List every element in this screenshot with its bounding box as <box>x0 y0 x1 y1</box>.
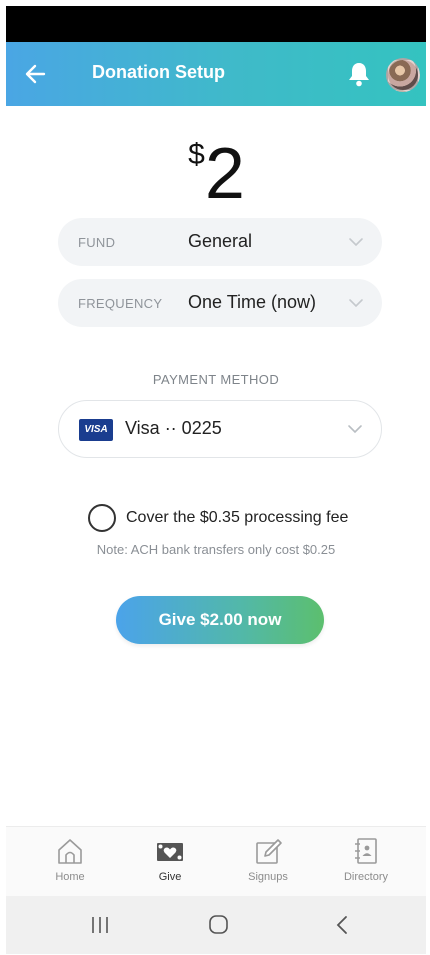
home-circle-icon <box>209 915 228 934</box>
frequency-select[interactable]: FREQUENCY One Time (now) <box>58 279 382 327</box>
payment-method-label: PAYMENT METHOD <box>152 372 280 387</box>
fund-select[interactable]: FUND General <box>58 218 382 266</box>
cover-fee-row: Cover the $0.35 processing fee <box>88 504 368 532</box>
chevron-down-icon <box>349 299 363 308</box>
payment-method-select[interactable]: VISA Visa ·· 0225 <box>58 400 382 458</box>
cover-fee-radio[interactable] <box>88 504 116 532</box>
nav-label-directory: Directory <box>343 871 388 883</box>
frequency-value: One Time (now) <box>188 292 317 312</box>
bottom-nav: Home Give Signups Directory <box>6 826 426 896</box>
system-nav-bar <box>6 896 426 954</box>
arrow-left-icon <box>25 64 46 84</box>
nav-item-home[interactable]: Home <box>30 835 110 893</box>
phone-screen: Donation Setup $2 FUND General FREQUENCY… <box>6 6 426 954</box>
nav-item-give[interactable]: Give <box>130 835 210 893</box>
recent-apps-icon <box>92 917 108 933</box>
donation-amount[interactable]: $2 <box>6 134 426 214</box>
ach-fee-note: Note: ACH bank transfers only cost $0.25 <box>96 542 336 557</box>
status-bar <box>6 6 426 42</box>
cover-fee-label[interactable]: Cover the $0.35 processing fee <box>126 509 348 527</box>
chevron-left-icon <box>336 916 347 934</box>
bell-icon <box>349 63 369 87</box>
chevron-down-icon <box>349 238 363 247</box>
home-system-button[interactable] <box>198 910 238 940</box>
user-avatar[interactable] <box>386 58 420 92</box>
app-header: Donation Setup <box>6 42 426 106</box>
home-icon <box>58 839 82 864</box>
back-system-button[interactable] <box>322 910 362 940</box>
back-button[interactable] <box>22 60 50 88</box>
frequency-label: FREQUENCY <box>78 296 163 311</box>
nav-label-signups: Signups <box>248 871 288 883</box>
payment-card-text: Visa ·· 0225 <box>125 418 222 438</box>
chevron-down-icon <box>348 425 362 434</box>
amount-currency: $ <box>188 138 205 171</box>
directory-icon <box>355 838 377 864</box>
nav-label-home: Home <box>55 871 85 883</box>
fund-value: General <box>188 231 253 251</box>
nav-item-directory[interactable]: Directory <box>326 835 406 893</box>
give-now-button[interactable]: Give $2.00 now <box>116 596 324 644</box>
recent-apps-button[interactable] <box>80 910 120 940</box>
visa-card-icon: VISA <box>79 419 113 441</box>
page-title: Donation Setup <box>92 62 225 82</box>
nav-item-signups[interactable]: Signups <box>228 835 308 893</box>
notifications-button[interactable] <box>346 60 372 88</box>
give-icon <box>157 843 183 861</box>
fund-label: FUND <box>78 235 116 250</box>
amount-value: 2 <box>204 134 245 214</box>
nav-label-give: Give <box>158 871 182 883</box>
signups-icon <box>256 839 282 864</box>
